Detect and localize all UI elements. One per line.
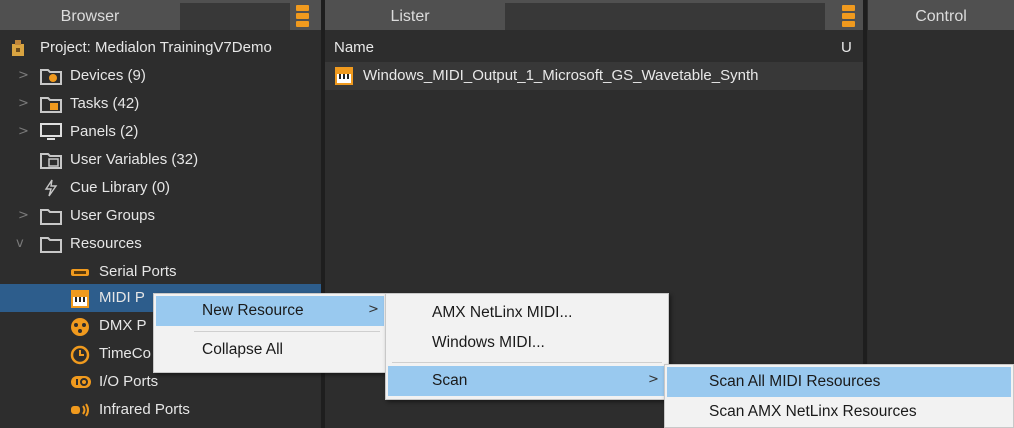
lightning-icon (42, 179, 64, 197)
lister-title: Lister (390, 8, 430, 25)
lister-row[interactable]: Windows_MIDI_Output_1_Microsoft_GS_Wavet… (325, 62, 863, 90)
amx-netlinx-midi-menu-item[interactable]: AMX NetLinx MIDI... (388, 298, 666, 328)
expand-arrow-icon[interactable]: > (18, 68, 29, 83)
folder-icon (40, 207, 62, 225)
timecode-icon (70, 345, 92, 365)
tree-item-label: MIDI P (99, 289, 145, 306)
collapse-arrow-icon[interactable]: v (16, 236, 24, 251)
submenu-arrow-icon: > (368, 302, 379, 317)
browser-menu-icon[interactable] (296, 5, 309, 27)
project-icon (8, 39, 30, 57)
expand-arrow-icon[interactable]: > (18, 208, 29, 223)
tree-item-infrared-ports[interactable]: Infrared Ports (0, 396, 321, 424)
expand-arrow-icon[interactable]: > (18, 124, 29, 139)
variables-folder-icon (40, 151, 62, 169)
lister-row-label: Windows_MIDI_Output_1_Microsoft_GS_Wavet… (363, 67, 759, 84)
menu-item-label: Scan AMX NetLinx Resources (709, 403, 917, 420)
lister-header: Lister (325, 0, 863, 30)
tree-item-user-groups[interactable]: > User Groups (0, 202, 321, 230)
monitor-icon (40, 123, 62, 141)
tree-item-label: Tasks (42) (70, 95, 140, 112)
tree-item-panels[interactable]: > Panels (2) (0, 118, 321, 146)
expand-arrow-icon[interactable]: > (18, 96, 29, 111)
control-title: Control (915, 8, 967, 25)
menu-item-label: New Resource (202, 302, 304, 319)
tree-item-label: Devices (9) (70, 67, 146, 84)
midi-icon (70, 289, 92, 308)
tasks-folder-icon (40, 95, 62, 113)
project-label: Project: Medialon TrainingV7Demo (40, 39, 272, 56)
tree-item-tasks[interactable]: > Tasks (42) (0, 90, 321, 118)
tree-item-label: Panels (2) (70, 123, 139, 140)
collapse-all-menu-item[interactable]: Collapse All (156, 335, 384, 365)
submenu-arrow-icon: > (648, 372, 659, 387)
tree-item-label: Serial Ports (99, 263, 177, 280)
tree-item-user-variables[interactable]: User Variables (32) (0, 146, 321, 174)
lister-filter-field[interactable] (505, 3, 825, 30)
windows-midi-menu-item[interactable]: Windows MIDI... (388, 328, 666, 358)
browser-header: Browser (0, 0, 321, 30)
tree-item-label: User Variables (32) (70, 151, 199, 168)
tree-project[interactable]: Project: Medialon TrainingV7Demo (0, 34, 321, 62)
menu-divider (392, 362, 662, 363)
menu-item-label: Scan All MIDI Resources (709, 373, 881, 390)
lister-menu-icon[interactable] (842, 5, 855, 27)
scan-all-midi-menu-item[interactable]: Scan All MIDI Resources (667, 367, 1011, 397)
tree-item-label: Resources (70, 235, 142, 252)
new-resource-menu-item[interactable]: New Resource > (156, 296, 384, 326)
folder-icon (40, 235, 62, 253)
dmx-icon (70, 317, 92, 336)
tree-item-label: I/O Ports (99, 373, 159, 390)
column-name[interactable]: Name (334, 39, 374, 56)
tree-item-label: DMX P (99, 317, 147, 334)
menu-item-label: Windows MIDI... (432, 334, 545, 351)
infrared-icon (70, 401, 92, 419)
io-icon (70, 373, 92, 391)
control-header: Control (868, 0, 1014, 30)
tree-item-label: User Groups (70, 207, 156, 224)
lister-column-header: Name U (325, 33, 863, 59)
menu-item-label: AMX NetLinx MIDI... (432, 304, 573, 321)
tree-item-devices[interactable]: > Devices (9) (0, 62, 321, 90)
serial-port-icon (70, 263, 92, 281)
menu-item-label: Collapse All (202, 341, 283, 358)
midi-icon (334, 66, 354, 86)
menu-item-label: Scan (432, 372, 468, 389)
tree-item-label: Infrared Ports (99, 401, 190, 418)
tree-item-serial-ports[interactable]: Serial Ports (0, 258, 321, 286)
browser-filter-field[interactable] (180, 3, 290, 30)
scan-menu-item[interactable]: Scan > (388, 366, 666, 396)
context-menu: New Resource > Collapse All (153, 293, 387, 373)
tree-item-label: Cue Library (0) (70, 179, 171, 196)
tree-item-label: TimeCo (99, 345, 151, 362)
tree-item-resources[interactable]: v Resources (0, 230, 321, 258)
scan-amx-netlinx-menu-item[interactable]: Scan AMX NetLinx Resources (667, 397, 1011, 427)
devices-folder-icon (40, 67, 62, 85)
new-resource-submenu: AMX NetLinx MIDI... Windows MIDI... Scan… (385, 293, 669, 400)
browser-title: Browser (60, 8, 120, 25)
menu-divider (194, 331, 380, 332)
scan-submenu: Scan All MIDI Resources Scan AMX NetLinx… (664, 364, 1014, 428)
column-u[interactable]: U (841, 39, 852, 56)
tree-item-cue-library[interactable]: Cue Library (0) (0, 174, 321, 202)
